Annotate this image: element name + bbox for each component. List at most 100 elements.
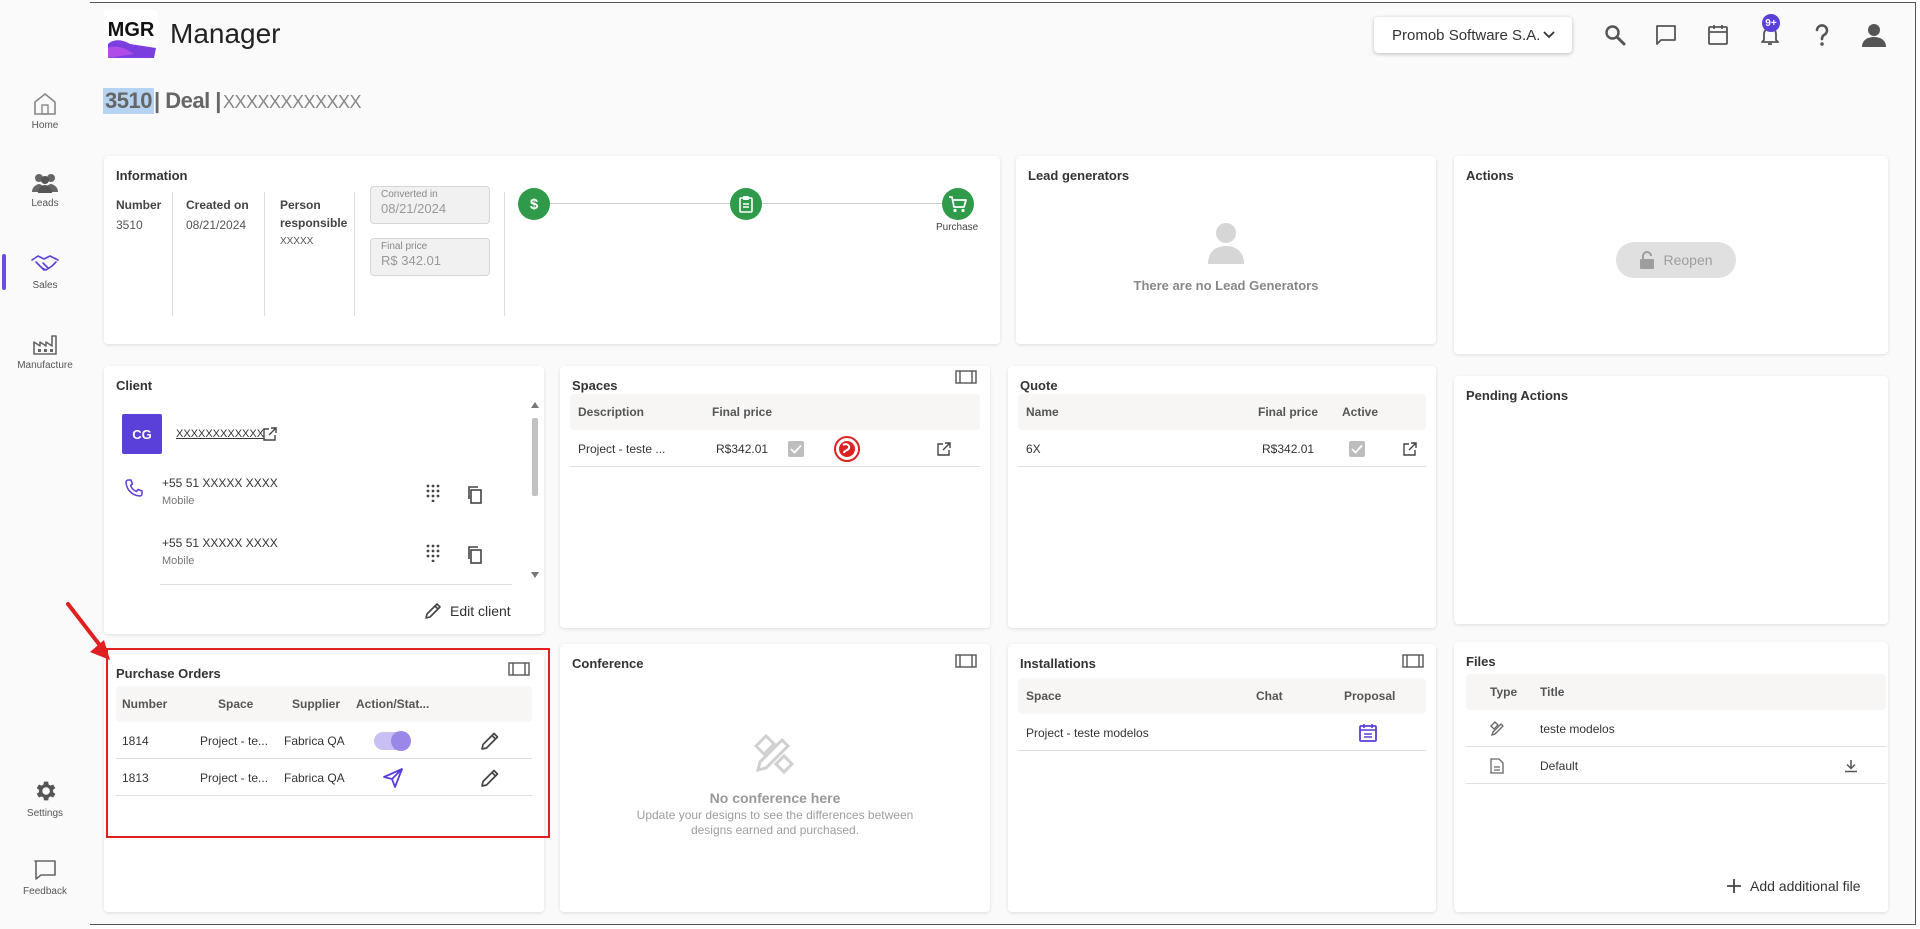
promob-logo-icon[interactable] bbox=[834, 435, 860, 462]
table-row[interactable]: Default bbox=[1466, 748, 1886, 784]
divider bbox=[264, 192, 265, 316]
company-select-value: Promob Software S.A. bbox=[1392, 26, 1541, 44]
empty-message: There are no Lead Generators bbox=[1133, 278, 1319, 293]
unlock-icon bbox=[1640, 251, 1655, 269]
checkbox[interactable] bbox=[788, 440, 804, 457]
card-title: Conference bbox=[572, 656, 644, 671]
sidebar-item-settings[interactable]: Settings bbox=[0, 778, 90, 819]
divider bbox=[160, 584, 512, 585]
phone-number: +55 51 XXXXX XXXX bbox=[162, 476, 278, 490]
sidebar-item-label: Feedback bbox=[23, 886, 67, 897]
download-button[interactable] bbox=[1844, 759, 1858, 773]
step-purchase bbox=[942, 188, 974, 220]
calendar-icon bbox=[1708, 25, 1728, 45]
deal-label: | Deal | bbox=[153, 88, 222, 113]
table-row[interactable]: teste modelos bbox=[1466, 711, 1886, 747]
download-icon bbox=[1845, 759, 1857, 772]
document-icon bbox=[1490, 757, 1504, 774]
help-button[interactable] bbox=[1807, 20, 1837, 50]
copy-icon[interactable] bbox=[467, 486, 483, 504]
copy-icon[interactable] bbox=[467, 546, 483, 564]
design-file-icon bbox=[1490, 720, 1506, 737]
person-placeholder-icon bbox=[1208, 223, 1244, 264]
user-icon bbox=[1862, 24, 1886, 47]
gear-icon bbox=[36, 781, 56, 801]
sidebar-item-home[interactable]: Home bbox=[0, 90, 90, 131]
add-file-button[interactable]: Add additional file bbox=[1726, 878, 1861, 894]
card-title: Actions bbox=[1466, 168, 1514, 183]
card-title: Information bbox=[116, 168, 188, 183]
sidebar-item-label: Settings bbox=[26, 808, 64, 819]
phone-type: Mobile bbox=[162, 495, 195, 507]
search-icon bbox=[1605, 25, 1626, 46]
chat-icon bbox=[1656, 25, 1676, 45]
reopen-button[interactable]: Reopen bbox=[1616, 242, 1736, 278]
table-row[interactable]: Project - teste ... R$342.01 bbox=[570, 431, 980, 467]
expand-panel-icon[interactable] bbox=[955, 654, 977, 668]
quote-table-header: Name Final price Active bbox=[1018, 394, 1426, 430]
dialpad-icon[interactable] bbox=[426, 484, 440, 502]
card-title: Spaces bbox=[572, 378, 618, 393]
empty-description: Update your designs to see the differenc… bbox=[636, 808, 914, 837]
check-icon bbox=[790, 444, 802, 454]
page-title: 3510 | Deal | XXXXXXXXXXXX bbox=[103, 88, 362, 114]
chat-button[interactable] bbox=[1651, 20, 1681, 50]
calendar-icon bbox=[1359, 723, 1377, 742]
logo-text: MGR bbox=[108, 19, 155, 41]
deal-name: XXXXXXXXXXXX bbox=[222, 92, 362, 112]
info-person: Person responsible XXXXX bbox=[280, 198, 348, 247]
dialpad-icon[interactable] bbox=[426, 544, 440, 562]
design-tools-icon bbox=[753, 733, 795, 775]
pencil-icon bbox=[425, 603, 441, 619]
converted-field: Converted in 08/21/2024 bbox=[370, 186, 490, 224]
sidebar-item-leads[interactable]: Leads bbox=[0, 172, 90, 209]
svg-text:$: $ bbox=[530, 196, 539, 213]
search-button[interactable] bbox=[1600, 20, 1630, 50]
open-external-icon[interactable] bbox=[1402, 441, 1418, 457]
calendar-button[interactable] bbox=[1703, 20, 1733, 50]
plus-icon bbox=[1727, 879, 1741, 893]
app-title: Manager bbox=[170, 18, 281, 49]
conference-card: Conference bbox=[560, 644, 990, 912]
open-external-icon[interactable] bbox=[262, 426, 278, 442]
step-label: Purchase bbox=[936, 222, 979, 233]
expand-panel-icon[interactable] bbox=[1402, 654, 1424, 668]
divider bbox=[172, 192, 173, 316]
help-icon bbox=[1815, 24, 1829, 46]
card-title: Files bbox=[1466, 654, 1496, 669]
deal-number: 3510 bbox=[103, 88, 154, 114]
spaces-table-header: Description Final price bbox=[570, 394, 980, 430]
phone-type: Mobile bbox=[162, 555, 195, 567]
company-select[interactable]: Promob Software S.A. bbox=[1374, 17, 1572, 53]
installations-table-header: Space Chat Proposal bbox=[1018, 678, 1426, 714]
edit-client-button[interactable]: Edit client bbox=[424, 602, 511, 620]
proposal-button[interactable] bbox=[1358, 723, 1378, 743]
phone-icon bbox=[125, 479, 143, 497]
sidebar-item-feedback[interactable]: Feedback bbox=[0, 858, 90, 897]
sidebar-item-label: Home bbox=[31, 120, 59, 131]
arrow-annotation-icon bbox=[66, 602, 110, 660]
scrollbar[interactable] bbox=[531, 400, 539, 580]
files-table-header: Type Title bbox=[1466, 674, 1886, 710]
highlight-box bbox=[106, 648, 550, 838]
sidebar-item-label: Sales bbox=[32, 280, 58, 291]
table-row[interactable]: 6X R$342.01 bbox=[1018, 431, 1426, 467]
card-title: Quote bbox=[1020, 378, 1058, 393]
profile-button[interactable] bbox=[1859, 20, 1889, 50]
empty-title: No conference here bbox=[709, 790, 841, 806]
progress-line bbox=[762, 203, 942, 204]
sidebar-item-manufacture[interactable]: Manufacture bbox=[0, 332, 90, 371]
checkbox[interactable] bbox=[1349, 440, 1365, 457]
divider bbox=[354, 192, 355, 316]
sidebar-item-sales[interactable]: Sales bbox=[0, 252, 90, 291]
card-title: Installations bbox=[1020, 656, 1096, 671]
expand-panel-icon[interactable] bbox=[955, 370, 977, 384]
pending-actions-card: Pending Actions bbox=[1454, 376, 1888, 624]
sidebar-item-label: Manufacture bbox=[17, 360, 73, 371]
factory-icon bbox=[33, 335, 57, 355]
dollar-icon: $ bbox=[530, 196, 539, 213]
table-row[interactable]: Project - teste modelos bbox=[1018, 715, 1426, 751]
phone-entry: +55 51 XXXXX XXXX Mobile bbox=[162, 476, 278, 507]
open-external-icon[interactable] bbox=[936, 441, 952, 457]
client-name-link[interactable]: XXXXXXXXXXXX bbox=[176, 428, 264, 440]
